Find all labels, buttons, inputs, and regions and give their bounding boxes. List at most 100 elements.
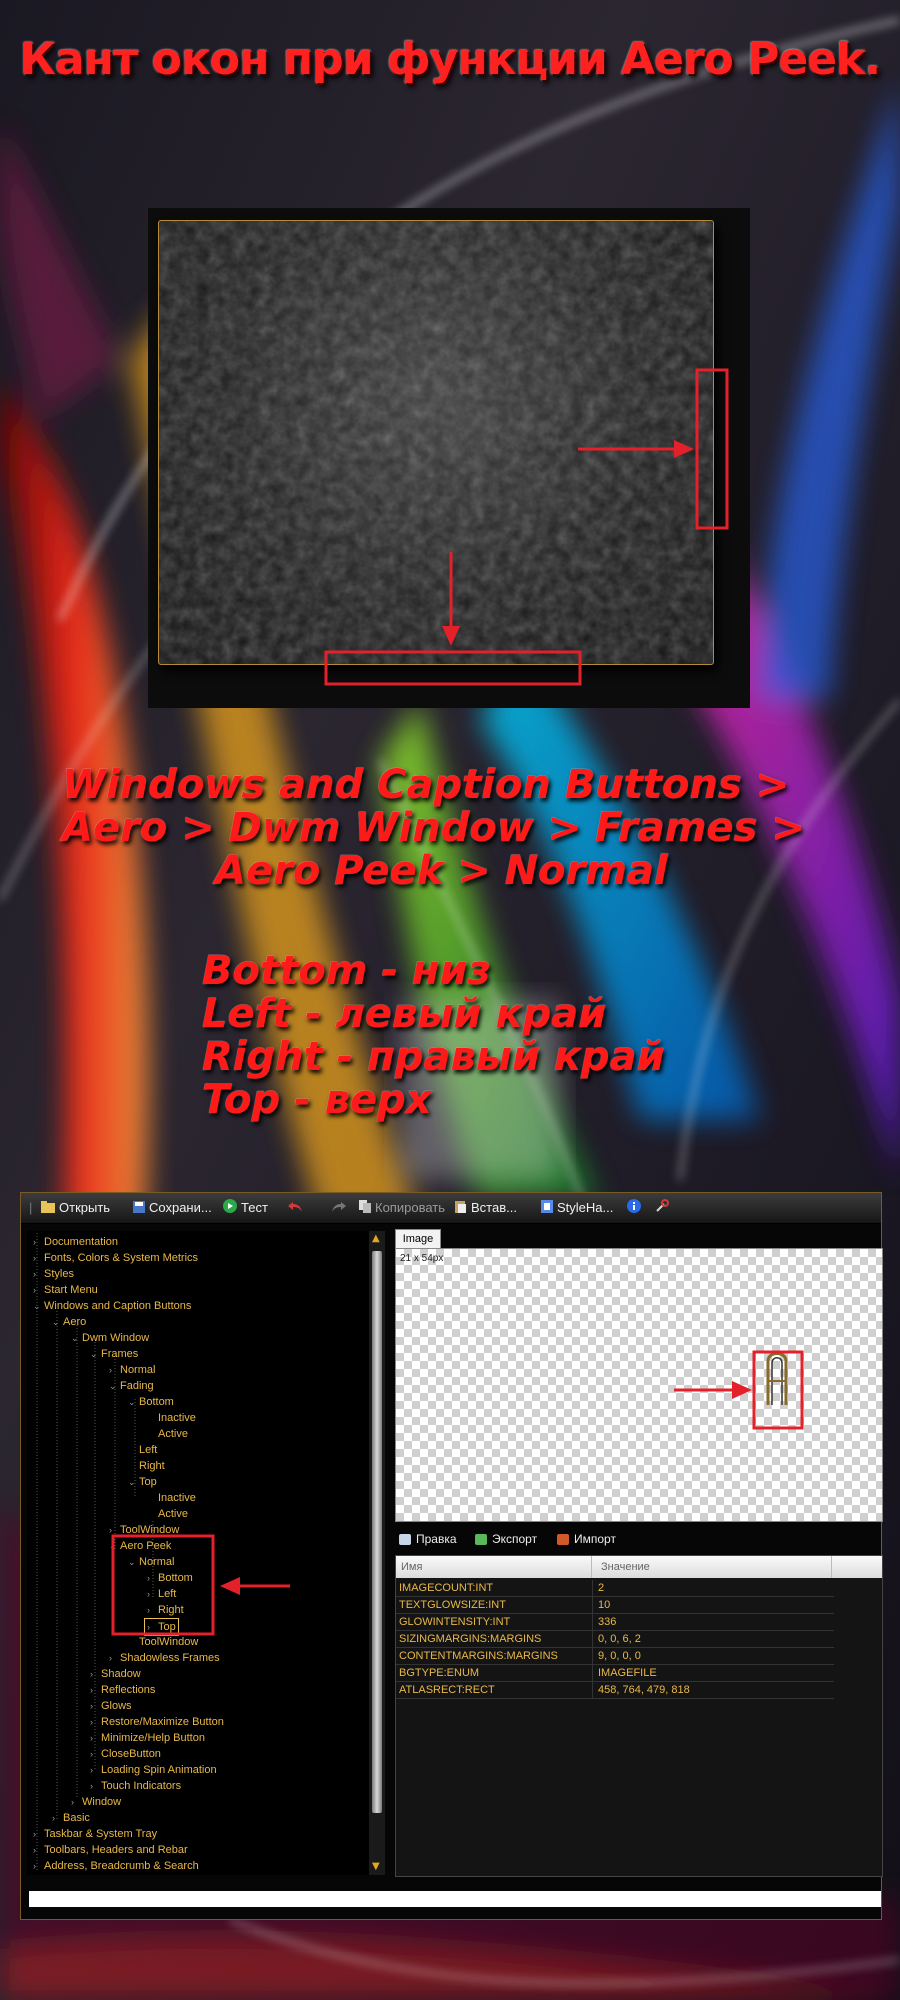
expand-icon[interactable]: › (90, 1666, 98, 1682)
expand-icon[interactable]: › (109, 1362, 117, 1378)
tree-item[interactable]: Active (147, 1506, 188, 1522)
collapse-icon[interactable]: ⌄ (109, 1378, 117, 1394)
collapse-icon[interactable]: ⌄ (90, 1346, 98, 1362)
column-value-header[interactable]: Значение (596, 1556, 832, 1578)
expand-icon[interactable]: › (33, 1826, 41, 1842)
tree-item[interactable]: ToolWindow (128, 1634, 198, 1650)
expand-icon[interactable]: › (90, 1730, 98, 1746)
expand-icon[interactable]: › (90, 1778, 98, 1794)
column-name-header[interactable]: Имя (396, 1556, 592, 1578)
tree-item[interactable]: › Documentation (33, 1234, 118, 1250)
expand-icon[interactable]: › (33, 1842, 41, 1858)
property-row[interactable]: GLOWINTENSITY:INT 336 (396, 1614, 834, 1631)
stylehack-button[interactable]: StyleHa... (541, 1193, 613, 1223)
tree-item[interactable]: › Restore/Maximize Button (90, 1714, 224, 1730)
tree-item[interactable]: ⌄ Top (128, 1474, 157, 1490)
expand-icon[interactable]: › (90, 1762, 98, 1778)
tree-item[interactable]: › Bottom (147, 1570, 193, 1586)
tree-item[interactable]: › Styles (33, 1266, 74, 1282)
expand-icon[interactable]: › (33, 1266, 41, 1282)
tree-item[interactable]: › Start Menu (33, 1282, 98, 1298)
tree-item[interactable]: ⌄ Aero Peek (109, 1538, 171, 1554)
expand-icon[interactable]: › (90, 1746, 98, 1762)
tree-item[interactable]: ⌄ Fading (109, 1378, 154, 1394)
expand-icon[interactable]: › (147, 1619, 155, 1635)
copy-button[interactable]: Копировать (359, 1193, 445, 1223)
collapse-icon[interactable]: ⌄ (128, 1394, 136, 1410)
tree-item[interactable]: › Left (147, 1586, 176, 1602)
tree-item[interactable]: Right (128, 1458, 165, 1474)
property-value[interactable]: 458, 764, 479, 818 (598, 1682, 690, 1698)
test-button[interactable]: Тест (223, 1193, 268, 1223)
tree-item[interactable]: › Reflections (90, 1682, 155, 1698)
import-button[interactable]: Импорт (557, 1529, 616, 1549)
property-value[interactable]: 9, 0, 0, 0 (598, 1648, 641, 1664)
tree-item[interactable]: › CloseButton (90, 1746, 161, 1762)
expand-icon[interactable]: › (147, 1570, 155, 1586)
scroll-up-icon[interactable]: ▲ (372, 1233, 380, 1244)
expand-icon[interactable]: › (33, 1858, 41, 1874)
tree-scrollbar[interactable]: ▲ ▼ (369, 1231, 385, 1875)
expand-icon[interactable]: › (90, 1682, 98, 1698)
tree-item[interactable]: › Loading Spin Animation (90, 1762, 217, 1778)
expand-icon[interactable]: › (33, 1250, 41, 1266)
tree-item[interactable]: Inactive (147, 1490, 196, 1506)
paste-button[interactable]: Встав... (455, 1193, 517, 1223)
save-button[interactable]: Сохрани... (133, 1193, 212, 1223)
property-value[interactable]: 10 (598, 1597, 610, 1613)
collapse-icon[interactable]: ⌄ (52, 1314, 60, 1330)
tree-item[interactable]: ›Buttons, Boxes & Controls (33, 1874, 172, 1875)
tree-item[interactable]: › Basic (52, 1810, 90, 1826)
open-button[interactable]: Открыть (41, 1193, 110, 1223)
tree-item[interactable]: › Right (147, 1602, 184, 1618)
tree-item[interactable]: › Touch Indicators (90, 1778, 181, 1794)
tree-item[interactable]: › Normal (109, 1362, 155, 1378)
property-row[interactable]: TEXTGLOWSIZE:INT 10 (396, 1597, 834, 1614)
tree-item[interactable]: ⌄ Normal (128, 1554, 174, 1570)
expand-icon[interactable]: › (33, 1282, 41, 1298)
scroll-thumb[interactable] (372, 1251, 382, 1813)
tree-item[interactable]: ⌄ Frames (90, 1346, 138, 1362)
expand-icon[interactable]: › (33, 1234, 41, 1250)
property-row[interactable]: SIZINGMARGINS:MARGINS 0, 0, 6, 2 (396, 1631, 834, 1648)
expand-icon[interactable]: › (71, 1794, 79, 1810)
property-row[interactable]: IMAGECOUNT:INT 2 (396, 1580, 834, 1597)
expand-icon[interactable]: › (90, 1714, 98, 1730)
tree-item[interactable]: ⌄ Dwm Window (71, 1330, 149, 1346)
collapse-icon[interactable]: ⌄ (33, 1298, 41, 1314)
expand-icon[interactable]: › (109, 1650, 117, 1666)
expand-icon[interactable]: › (109, 1522, 117, 1538)
collapse-icon[interactable]: ⌄ (109, 1538, 117, 1554)
tree-item[interactable]: Left (128, 1442, 157, 1458)
property-value[interactable]: 336 (598, 1614, 616, 1630)
property-value[interactable]: 0, 0, 6, 2 (598, 1631, 641, 1647)
undo-button[interactable] (287, 1193, 307, 1223)
expand-icon[interactable]: › (52, 1810, 60, 1826)
collapse-icon[interactable]: ⌄ (71, 1330, 79, 1346)
property-row[interactable]: CONTENTMARGINS:MARGINS 9, 0, 0, 0 (396, 1648, 834, 1665)
tree-item[interactable]: Inactive (147, 1410, 196, 1426)
tree-item[interactable]: ⌄ Bottom (128, 1394, 174, 1410)
tree-item[interactable]: › Minimize/Help Button (90, 1730, 205, 1746)
edit-button[interactable]: Правка (399, 1529, 457, 1549)
tree-item[interactable]: › Fonts, Colors & System Metrics (33, 1250, 198, 1266)
export-button[interactable]: Экспорт (475, 1529, 537, 1549)
expand-icon[interactable]: › (90, 1698, 98, 1714)
tree-item[interactable]: Active (147, 1426, 188, 1442)
tree-item[interactable]: › Address, Breadcrumb & Search (33, 1858, 199, 1874)
collapse-icon[interactable]: ⌄ (128, 1554, 136, 1570)
expand-icon[interactable]: › (33, 1874, 41, 1875)
collapse-icon[interactable]: ⌄ (128, 1474, 136, 1490)
info-button[interactable] (627, 1193, 645, 1223)
tree-item[interactable]: ⌄ Aero (52, 1314, 86, 1330)
tab-image[interactable]: Image (395, 1229, 441, 1248)
tree-item[interactable]: › Shadow (90, 1666, 141, 1682)
tree-item[interactable]: › Taskbar & System Tray (33, 1826, 157, 1842)
property-row[interactable]: ATLASRECT:RECT 458, 764, 479, 818 (396, 1682, 834, 1699)
tools-button[interactable] (655, 1193, 673, 1223)
property-value[interactable]: IMAGEFILE (598, 1665, 657, 1681)
scroll-down-icon[interactable]: ▼ (372, 1861, 380, 1872)
property-value[interactable]: 2 (598, 1580, 604, 1596)
tree-item[interactable]: › Glows (90, 1698, 132, 1714)
tree-item[interactable]: ⌄ Windows and Caption Buttons (33, 1298, 191, 1314)
